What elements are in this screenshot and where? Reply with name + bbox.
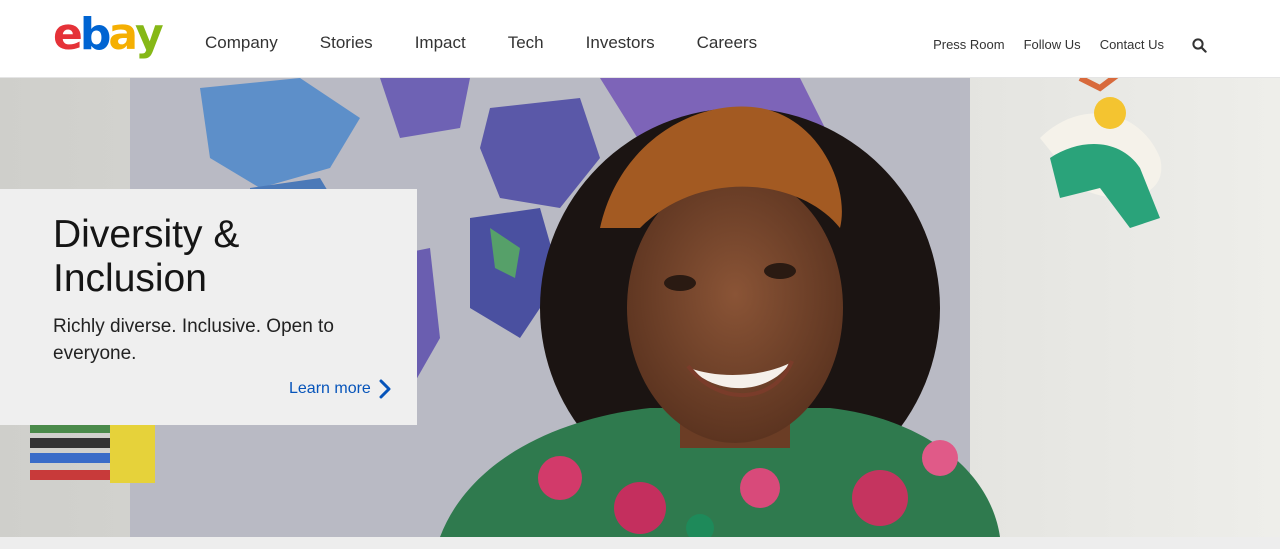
logo-letter-a: a [108, 9, 138, 60]
nav-impact[interactable]: Impact [415, 32, 466, 54]
learn-more-label: Learn more [289, 380, 371, 397]
main-nav: Company Stories Impact Tech Investors Ca… [205, 32, 799, 54]
hero-title: Diversity & Inclusion [53, 213, 240, 300]
logo-letter-y: y [135, 9, 164, 60]
site-header: ebay Company Stories Impact Tech Investo… [0, 0, 1280, 78]
learn-more-link[interactable]: Learn more [289, 379, 391, 399]
nav-investors[interactable]: Investors [586, 32, 655, 54]
hero-subtitle: Richly diverse. Inclusive. Open to every… [53, 316, 334, 364]
nav-company[interactable]: Company [205, 32, 278, 54]
utility-nav: Press Room Follow Us Contact Us [914, 36, 1208, 54]
hero-card: Diversity & Inclusion Richly diverse. In… [0, 189, 417, 425]
ebay-logo[interactable]: ebay [53, 9, 164, 60]
search-icon [1191, 37, 1207, 53]
bottom-divider [0, 537, 1280, 549]
logo-letter-b: b [79, 9, 111, 60]
nav-careers[interactable]: Careers [697, 32, 757, 54]
search-button[interactable] [1190, 36, 1208, 54]
nav-press-room[interactable]: Press Room [933, 36, 1005, 54]
nav-tech[interactable]: Tech [508, 32, 544, 54]
nav-contact-us[interactable]: Contact Us [1100, 36, 1164, 54]
chevron-right-icon [379, 379, 391, 399]
logo-letter-e: e [53, 9, 83, 60]
nav-stories[interactable]: Stories [320, 32, 373, 54]
nav-follow-us[interactable]: Follow Us [1024, 36, 1081, 54]
